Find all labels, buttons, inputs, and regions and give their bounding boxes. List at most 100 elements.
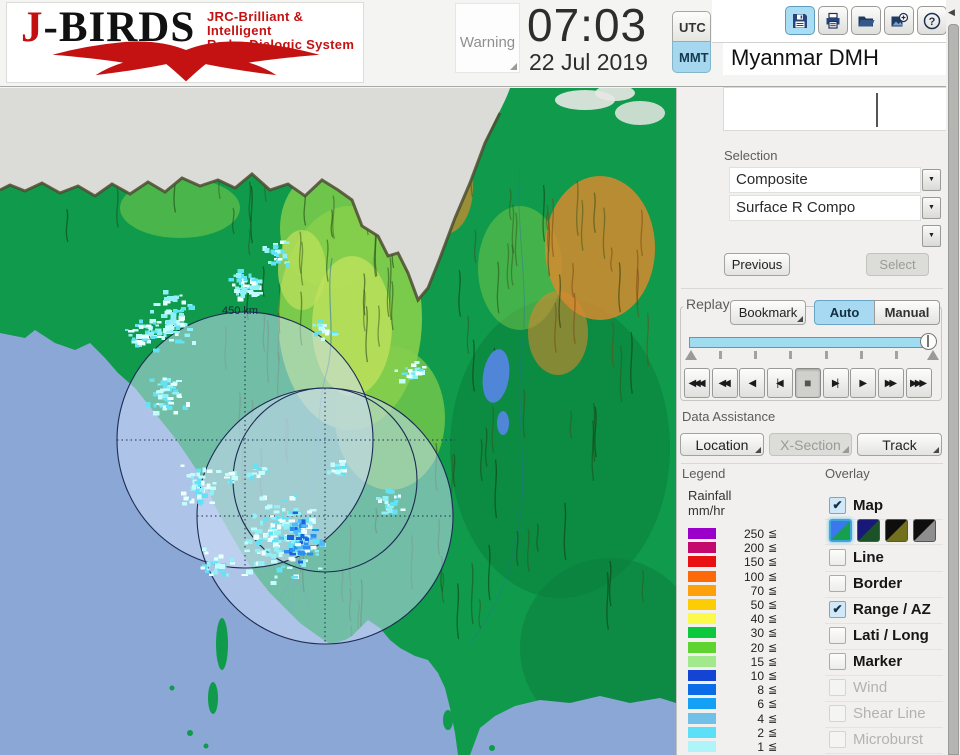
lte-symbol: ≦ bbox=[768, 627, 778, 640]
step-forward-button[interactable]: ▶| bbox=[822, 368, 849, 398]
checkbox-icon[interactable] bbox=[829, 731, 846, 748]
svg-text:?: ? bbox=[929, 16, 936, 28]
dropdown-value[interactable]: Surface R Compo bbox=[729, 195, 921, 221]
legend-value: 70 bbox=[750, 583, 764, 598]
save-button[interactable] bbox=[785, 6, 815, 35]
checkbox-icon[interactable] bbox=[829, 627, 846, 644]
slider-end-marker bbox=[927, 350, 939, 360]
command-input[interactable] bbox=[723, 87, 949, 131]
radar-map[interactable]: 450 km bbox=[0, 85, 700, 755]
lte-symbol: ≦ bbox=[768, 570, 778, 583]
legend-row-15: 15 ≦ bbox=[688, 655, 808, 669]
collapse-panel-arrow-icon[interactable]: ◀ bbox=[948, 7, 955, 18]
step-backward-button[interactable]: |◀ bbox=[767, 368, 794, 398]
map-style-swatch-3[interactable] bbox=[885, 519, 908, 542]
selection-dropdown-3: ▼ bbox=[729, 223, 941, 249]
tz-mmt-button[interactable]: MMT bbox=[672, 42, 711, 73]
timezone-toggle: UTCMMT bbox=[672, 11, 712, 73]
play-forward-button[interactable]: ▶ bbox=[850, 368, 877, 398]
fast-forward-button[interactable]: ▶▶ bbox=[877, 368, 904, 398]
terrain-map-image: 450 km bbox=[0, 85, 700, 755]
checkbox-checked-icon[interactable]: ✔ bbox=[829, 497, 846, 514]
open-folder-button[interactable] bbox=[851, 6, 881, 35]
legend-label: Legend bbox=[682, 466, 726, 481]
text-caret bbox=[876, 93, 878, 127]
dropdown-grip-icon bbox=[755, 447, 761, 453]
dropdown-value[interactable]: Composite bbox=[729, 167, 921, 193]
jump-to-end-button[interactable]: ▶▶▶ bbox=[905, 368, 932, 398]
dropdown-caret-button[interactable]: ▼ bbox=[922, 169, 941, 191]
overlay-item-border[interactable]: Border bbox=[825, 572, 943, 598]
manual-mode-button[interactable]: Manual bbox=[874, 300, 940, 325]
legend-swatch bbox=[688, 641, 716, 653]
checkbox-icon[interactable] bbox=[829, 679, 846, 696]
lte-symbol: ≦ bbox=[768, 556, 778, 569]
checkbox-icon[interactable] bbox=[829, 575, 846, 592]
slider-tick bbox=[860, 351, 863, 359]
x-section-button[interactable]: X-Section bbox=[769, 433, 852, 456]
lte-symbol: ≦ bbox=[768, 684, 778, 697]
dropdown-caret-button[interactable]: ▼ bbox=[922, 197, 941, 219]
legend-swatch bbox=[688, 599, 716, 610]
legend-row-8: 8 ≦ bbox=[688, 683, 808, 697]
select-button[interactable]: Select bbox=[866, 253, 929, 276]
legend-row-2: 2 ≦ bbox=[688, 726, 808, 740]
overlay-item-line[interactable]: Line bbox=[825, 546, 943, 572]
jump-to-start-button[interactable]: ◀◀◀ bbox=[684, 368, 710, 398]
legend-row-10: 10 ≦ bbox=[688, 669, 808, 683]
legend-swatch bbox=[688, 584, 716, 596]
legend-swatch bbox=[688, 542, 716, 554]
map-style-swatch-1[interactable] bbox=[829, 519, 852, 542]
overlay-item-label: Border bbox=[853, 575, 903, 592]
replay-slider-thumb[interactable] bbox=[920, 333, 937, 350]
overlay-item-microburst[interactable]: Microburst bbox=[825, 728, 943, 754]
location-button[interactable]: Location bbox=[680, 433, 764, 456]
legend-swatch bbox=[688, 613, 716, 625]
lte-symbol: ≦ bbox=[768, 741, 778, 753]
capture-image-button[interactable] bbox=[884, 6, 914, 35]
map-style-options bbox=[825, 518, 943, 545]
overlay-item-wind[interactable]: Wind bbox=[825, 676, 943, 702]
auto-mode-button[interactable]: Auto bbox=[814, 300, 875, 325]
tz-utc-button[interactable]: UTC bbox=[672, 11, 711, 42]
splitter-handle[interactable] bbox=[948, 24, 959, 755]
bookmark-button[interactable]: Bookmark bbox=[730, 300, 806, 325]
warning-button[interactable]: Warning bbox=[455, 3, 520, 73]
slider-tick bbox=[895, 351, 898, 359]
separator bbox=[681, 288, 943, 289]
help-button[interactable]: ? bbox=[917, 6, 947, 35]
legend-value: 150 bbox=[743, 555, 764, 570]
overlay-item-label: Range / AZ bbox=[853, 601, 931, 618]
lte-symbol: ≦ bbox=[768, 613, 778, 626]
dropdown-caret-button[interactable]: ▼ bbox=[922, 225, 941, 247]
printer-icon bbox=[826, 12, 840, 29]
checkbox-icon[interactable] bbox=[829, 549, 846, 566]
map-style-swatch-2[interactable] bbox=[857, 519, 880, 542]
dropdown-value[interactable] bbox=[729, 223, 921, 249]
checkbox-icon[interactable] bbox=[829, 653, 846, 670]
print-button[interactable] bbox=[818, 6, 848, 35]
resize-grip-icon bbox=[510, 63, 517, 70]
legend-value: 200 bbox=[743, 541, 764, 556]
previous-button[interactable]: Previous bbox=[724, 253, 790, 276]
map-style-swatch-4[interactable] bbox=[913, 519, 936, 542]
legend-value: 40 bbox=[750, 612, 764, 627]
legend-row-70: 70 ≦ bbox=[688, 583, 808, 598]
fast-rewind-button[interactable]: ◀◀ bbox=[711, 368, 738, 398]
selection-dropdown-2: Surface R Compo ▼ bbox=[729, 195, 941, 221]
track-button[interactable]: Track bbox=[857, 433, 942, 456]
stop-button[interactable]: ■ bbox=[794, 368, 821, 398]
overlay-item-label: Marker bbox=[853, 653, 903, 670]
overlay-item-map[interactable]: ✔ Map bbox=[825, 494, 943, 520]
selection-dropdown-1: Composite ▼ bbox=[729, 167, 941, 193]
overlay-item-range-az[interactable]: ✔ Range / AZ bbox=[825, 598, 943, 624]
checkbox-icon[interactable] bbox=[829, 705, 846, 722]
replay-slider-track[interactable] bbox=[689, 337, 928, 348]
separator bbox=[681, 463, 943, 464]
checkbox-checked-icon[interactable]: ✔ bbox=[829, 601, 846, 618]
overlay-item-shear-line[interactable]: Shear Line bbox=[825, 702, 943, 728]
legend-swatch bbox=[688, 698, 716, 710]
overlay-item-lati-long[interactable]: Lati / Long bbox=[825, 624, 943, 650]
play-backward-button[interactable]: ◀ bbox=[739, 368, 766, 398]
overlay-item-marker[interactable]: Marker bbox=[825, 650, 943, 676]
